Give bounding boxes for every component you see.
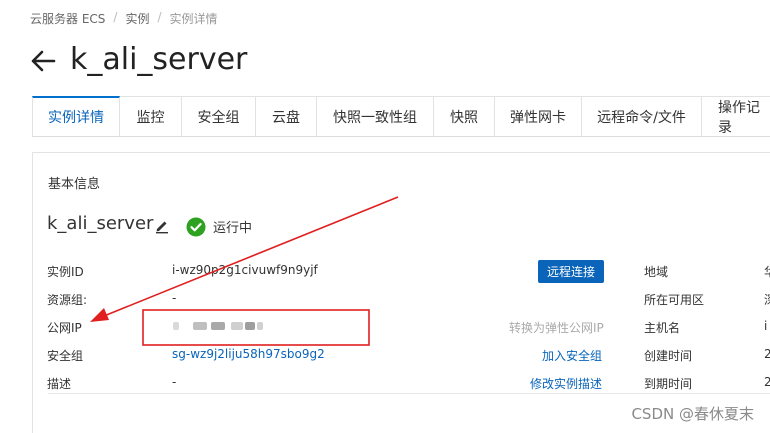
expiry-time-label: 到期时间 [644,377,693,391]
convert-eip-link[interactable]: 转换为弹性公网IP [509,319,604,336]
back-arrow-icon[interactable] [30,46,56,76]
breadcrumb-separator: / [157,10,162,24]
security-group-link[interactable]: sg-wz9j2liju58h97sbo9g2 [172,347,325,361]
instance-id-label: 实例ID [47,265,84,279]
basic-info-panel: 基本信息 k_ali_server 运行中 实例ID 资源组: 公网IP 安全组… [32,152,770,433]
section-divider [48,393,770,394]
edit-icon[interactable] [154,218,170,234]
breadcrumb-ecs[interactable]: 云服务器 ECS [30,10,105,27]
tab-snapshot-consistency-group[interactable]: 快照一致性组 [317,96,434,136]
tab-snapshot[interactable]: 快照 [434,96,495,136]
section-title: 基本信息 [48,177,101,192]
tab-operation-log[interactable]: 操作记录 [702,96,770,136]
public-ip-value-blurred [173,319,263,333]
created-time-label: 创建时间 [644,349,693,363]
breadcrumb: 云服务器 ECS / 实例 / 实例详情 [30,10,218,27]
hostname-label: 主机名 [644,321,681,335]
tab-remote-command-file[interactable]: 远程命令/文件 [582,96,702,136]
tab-monitoring[interactable]: 监控 [120,96,182,136]
resource-group-value: - [172,291,177,305]
tab-security-group[interactable]: 安全组 [182,96,256,136]
resource-group-label: 资源组: [47,293,88,307]
instance-id-value: i-wz90p2g1civuwf9n9yjf [172,263,318,277]
created-time-value: 2 [764,347,770,361]
zone-label: 所在可用区 [644,293,705,307]
zone-value: 深 [764,291,770,308]
page-title: k_ali_server [70,42,248,77]
region-value: 华 [764,263,770,280]
running-status-icon [186,217,206,237]
tab-bar: 实例详情 监控 安全组 云盘 快照一致性组 快照 弹性网卡 远程命令/文件 操作… [32,96,770,137]
tab-instance-details[interactable]: 实例详情 [32,96,120,136]
breadcrumb-separator: / [113,10,118,24]
status-text: 运行中 [213,221,253,236]
security-group-label: 安全组 [47,349,84,363]
watermark: CSDN @春休夏末 [631,405,754,423]
description-label: 描述 [47,377,72,391]
hostname-value: i [764,319,768,333]
region-label: 地域 [644,265,669,279]
expiry-time-value: 2 [764,375,770,389]
breadcrumb-current: 实例详情 [169,12,218,26]
breadcrumb-instances[interactable]: 实例 [125,10,149,27]
tab-disk[interactable]: 云盘 [256,96,317,136]
tab-elastic-nic[interactable]: 弹性网卡 [495,96,582,136]
description-value: - [172,375,177,389]
add-security-group-link[interactable]: 加入安全组 [542,347,602,364]
instance-name: k_ali_server [47,213,154,234]
modify-description-link[interactable]: 修改实例描述 [530,375,602,392]
remote-connect-button[interactable]: 远程连接 [538,260,604,283]
public-ip-label: 公网IP [47,321,82,335]
